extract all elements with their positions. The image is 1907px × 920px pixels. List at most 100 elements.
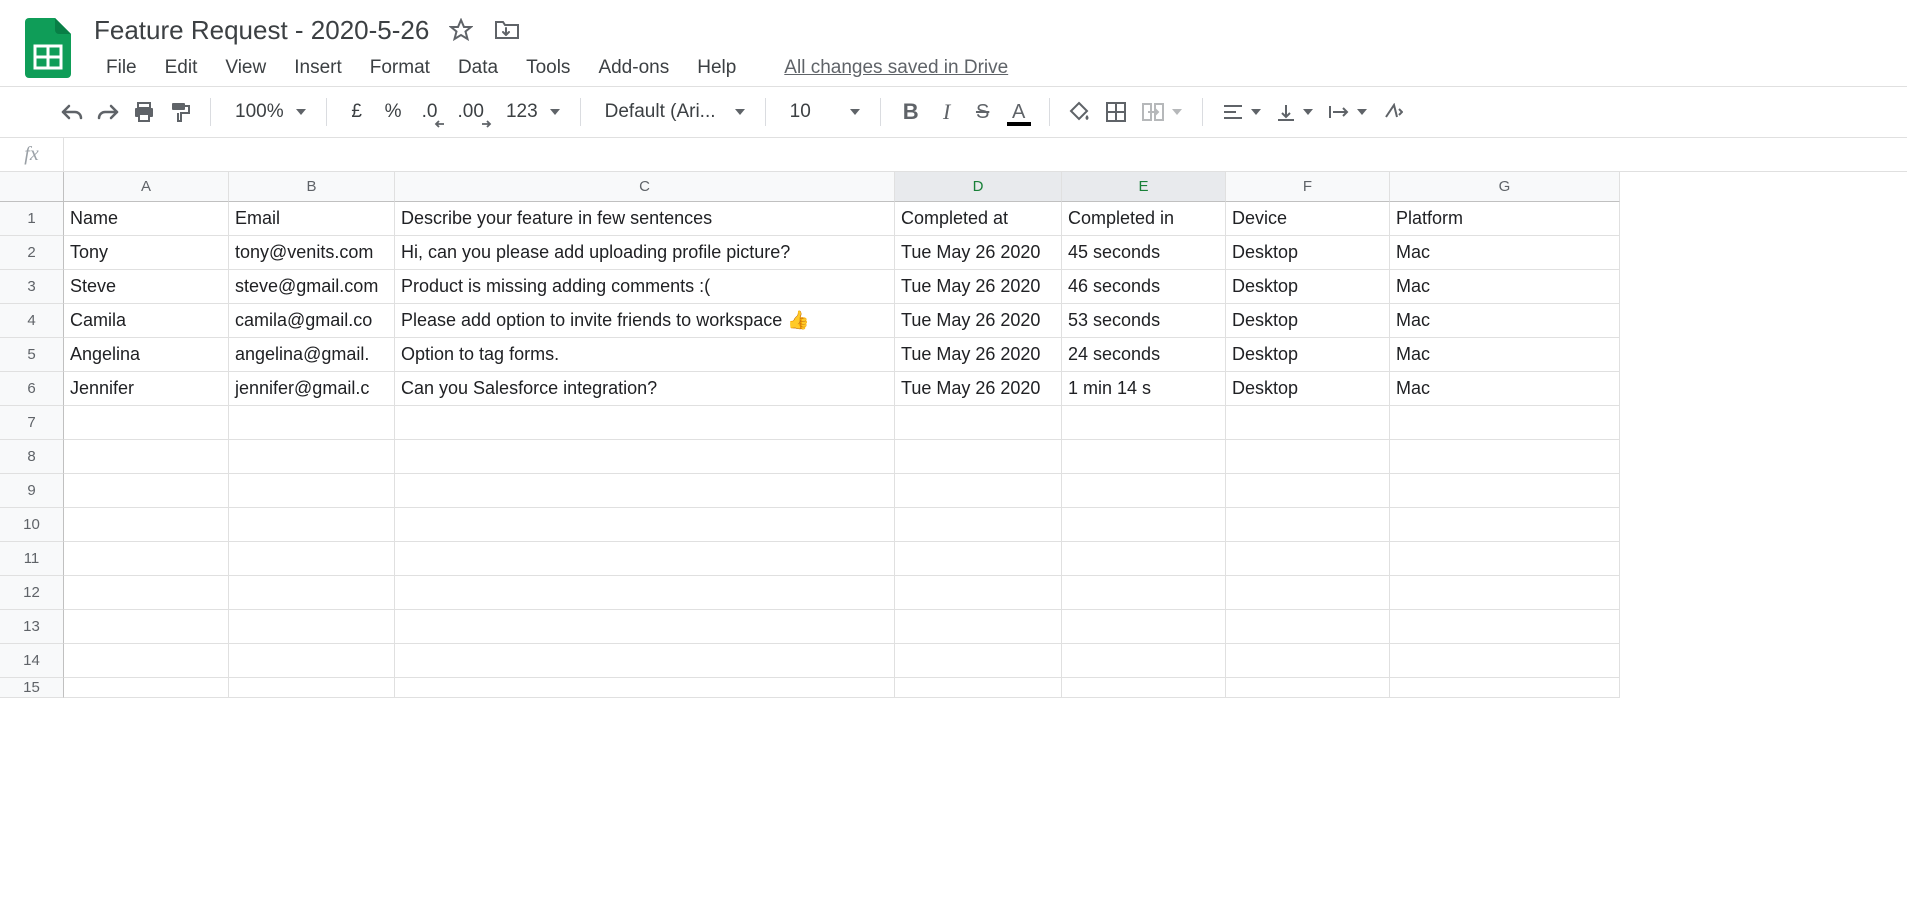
row-header[interactable]: 4 — [0, 304, 64, 338]
cell[interactable] — [895, 406, 1062, 440]
cell[interactable] — [395, 678, 895, 698]
row-header[interactable]: 1 — [0, 202, 64, 236]
cell[interactable]: Can you Salesforce integration? — [395, 372, 895, 406]
cell[interactable]: 46 seconds — [1062, 270, 1226, 304]
cell[interactable] — [64, 644, 229, 678]
menu-help[interactable]: Help — [683, 53, 750, 83]
row-header[interactable]: 2 — [0, 236, 64, 270]
increase-decimal-button[interactable]: .00 — [448, 94, 494, 130]
menu-tools[interactable]: Tools — [512, 53, 584, 83]
cell[interactable] — [229, 474, 395, 508]
cell[interactable] — [229, 542, 395, 576]
cell[interactable] — [229, 440, 395, 474]
horizontal-align-dropdown[interactable] — [1215, 94, 1269, 130]
text-color-button[interactable]: A — [1001, 94, 1037, 130]
cell[interactable]: Tue May 26 2020 — [895, 338, 1062, 372]
cell[interactable]: tony@venits.com — [229, 236, 395, 270]
cell[interactable] — [229, 610, 395, 644]
cell[interactable] — [1226, 576, 1390, 610]
select-all-corner[interactable] — [0, 172, 64, 202]
menu-addons[interactable]: Add-ons — [584, 53, 683, 83]
cell[interactable] — [895, 678, 1062, 698]
cell[interactable] — [895, 474, 1062, 508]
menu-file[interactable]: File — [92, 53, 151, 83]
cell[interactable] — [1390, 610, 1620, 644]
row-header[interactable]: 12 — [0, 576, 64, 610]
row-header[interactable]: 7 — [0, 406, 64, 440]
cell[interactable] — [229, 406, 395, 440]
menu-edit[interactable]: Edit — [151, 53, 212, 83]
row-header[interactable]: 15 — [0, 678, 64, 698]
paint-format-icon[interactable] — [162, 94, 198, 130]
cell[interactable] — [895, 542, 1062, 576]
cell[interactable]: Desktop — [1226, 372, 1390, 406]
strikethrough-button[interactable]: S — [965, 94, 1001, 130]
col-header-B[interactable]: B — [229, 172, 395, 202]
cell[interactable] — [395, 542, 895, 576]
cell[interactable] — [895, 610, 1062, 644]
cell[interactable]: Jennifer — [64, 372, 229, 406]
cell[interactable] — [1226, 678, 1390, 698]
cell[interactable] — [1062, 644, 1226, 678]
cell[interactable] — [64, 508, 229, 542]
cell[interactable]: jennifer@gmail.c — [229, 372, 395, 406]
fill-color-button[interactable] — [1062, 94, 1098, 130]
italic-button[interactable]: I — [929, 94, 965, 130]
col-header-A[interactable]: A — [64, 172, 229, 202]
save-status[interactable]: All changes saved in Drive — [770, 53, 1022, 83]
more-formats-dropdown[interactable]: 123 — [494, 94, 568, 130]
cell[interactable] — [64, 474, 229, 508]
cell[interactable]: Mac — [1390, 270, 1620, 304]
cell[interactable] — [1390, 508, 1620, 542]
cell[interactable] — [395, 576, 895, 610]
cell[interactable]: Product is missing adding comments :( — [395, 270, 895, 304]
cell[interactable]: Desktop — [1226, 236, 1390, 270]
cell[interactable] — [1226, 474, 1390, 508]
col-header-D[interactable]: D — [895, 172, 1062, 202]
cell[interactable]: steve@gmail.com — [229, 270, 395, 304]
cell[interactable]: Name — [64, 202, 229, 236]
cell[interactable] — [895, 508, 1062, 542]
cell[interactable] — [64, 576, 229, 610]
cell[interactable] — [1062, 440, 1226, 474]
row-header[interactable]: 10 — [0, 508, 64, 542]
text-wrap-dropdown[interactable] — [1321, 94, 1375, 130]
decrease-decimal-button[interactable]: .0 — [412, 94, 448, 130]
row-header[interactable]: 8 — [0, 440, 64, 474]
cell[interactable]: Device — [1226, 202, 1390, 236]
cell[interactable]: Desktop — [1226, 304, 1390, 338]
cell[interactable]: Angelina — [64, 338, 229, 372]
cell[interactable]: Email — [229, 202, 395, 236]
cell[interactable]: Tue May 26 2020 — [895, 236, 1062, 270]
cell[interactable] — [1226, 610, 1390, 644]
cell[interactable]: 45 seconds — [1062, 236, 1226, 270]
cell[interactable] — [1390, 576, 1620, 610]
cell[interactable] — [395, 644, 895, 678]
cell[interactable] — [229, 678, 395, 698]
cell[interactable] — [1226, 644, 1390, 678]
format-currency-button[interactable]: £ — [339, 94, 375, 130]
cell[interactable] — [1062, 406, 1226, 440]
document-title[interactable]: Feature Request - 2020-5-26 — [88, 15, 429, 46]
formula-input[interactable] — [64, 138, 1907, 171]
cell[interactable]: Completed in — [1062, 202, 1226, 236]
cell[interactable] — [229, 508, 395, 542]
merge-cells-dropdown[interactable] — [1134, 94, 1190, 130]
cell[interactable]: Camila — [64, 304, 229, 338]
cell[interactable] — [1062, 474, 1226, 508]
row-header[interactable]: 13 — [0, 610, 64, 644]
cell[interactable] — [64, 440, 229, 474]
format-percent-button[interactable]: % — [375, 94, 412, 130]
cell[interactable] — [1390, 440, 1620, 474]
cell[interactable]: Platform — [1390, 202, 1620, 236]
cell[interactable] — [64, 678, 229, 698]
cell[interactable]: Tony — [64, 236, 229, 270]
cell[interactable] — [64, 406, 229, 440]
row-header[interactable]: 6 — [0, 372, 64, 406]
font-size-dropdown[interactable]: 10 — [778, 94, 868, 130]
cell[interactable] — [1226, 542, 1390, 576]
cell[interactable] — [1390, 678, 1620, 698]
text-rotation-dropdown[interactable] — [1375, 94, 1411, 130]
cell[interactable] — [1062, 678, 1226, 698]
col-header-G[interactable]: G — [1390, 172, 1620, 202]
